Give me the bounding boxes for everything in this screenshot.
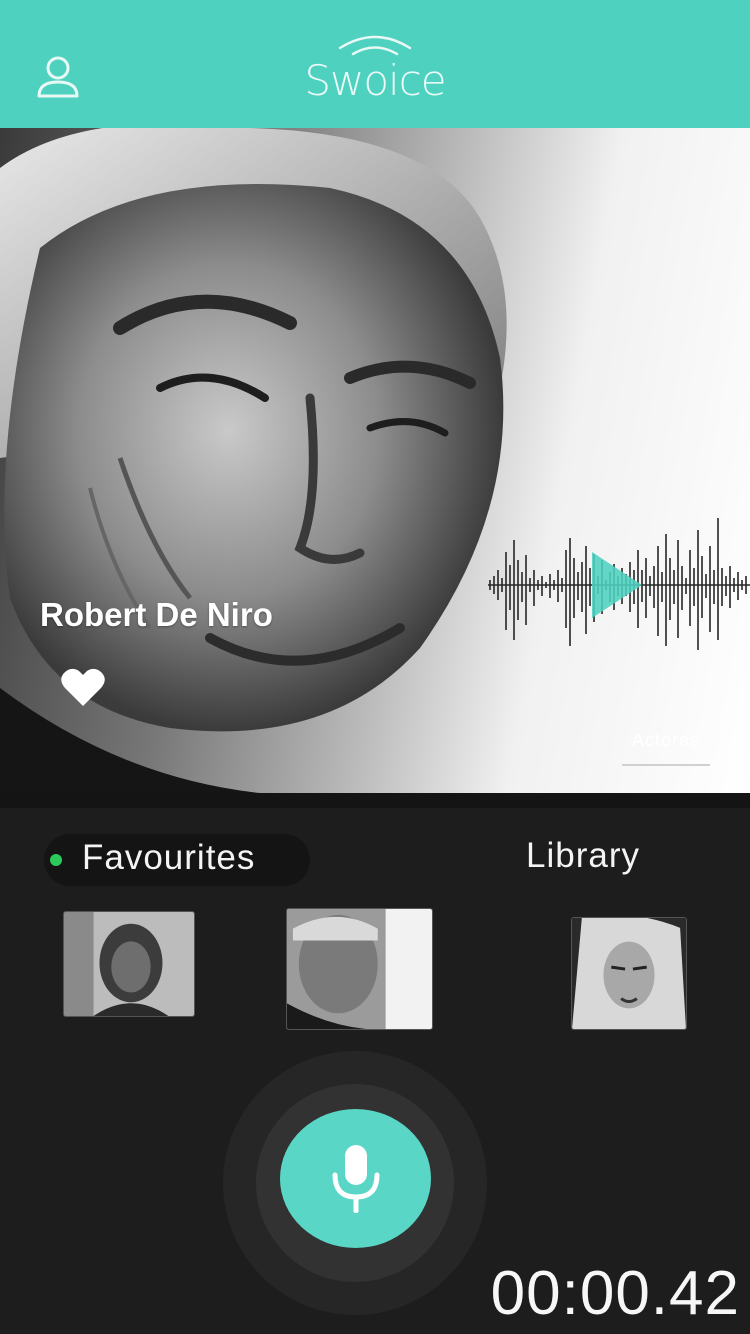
heart-icon[interactable] <box>60 666 106 708</box>
thumbnail-image <box>572 918 686 1029</box>
recording-timer: 00:00.42 <box>490 1259 740 1328</box>
user-icon <box>37 56 79 98</box>
play-icon[interactable] <box>588 552 644 618</box>
active-indicator-dot <box>50 854 62 866</box>
artist-name: Robert De Niro <box>40 596 273 633</box>
app-logo: Swoice <box>300 26 450 106</box>
tab-favourites-label: Favourites <box>82 838 256 877</box>
thumbnail-image <box>287 909 432 1029</box>
favourite-thumbnail-madonna[interactable] <box>571 917 687 1030</box>
microphone-icon <box>332 1145 380 1213</box>
artist-portrait <box>0 128 507 793</box>
favourite-thumbnail-robert-de-niro[interactable] <box>286 908 433 1030</box>
record-button[interactable] <box>280 1109 431 1248</box>
category-underline <box>622 764 710 766</box>
category-label[interactable]: Actores <box>622 730 710 751</box>
app-header: Swoice <box>0 0 750 128</box>
voice-panel: Favourites Library 00:00.42 <box>0 808 750 1334</box>
thumbnail-image <box>64 912 194 1016</box>
section-divider <box>0 793 750 808</box>
tab-library[interactable]: Library <box>526 836 640 876</box>
featured-artist-hero: Robert De Niro Actores <box>0 128 750 793</box>
logo-text: Swoice <box>304 56 446 105</box>
tab-favourites[interactable]: Favourites <box>44 834 310 886</box>
favourite-thumbnail-rihanna[interactable] <box>63 911 195 1017</box>
user-profile-button[interactable] <box>30 52 86 104</box>
